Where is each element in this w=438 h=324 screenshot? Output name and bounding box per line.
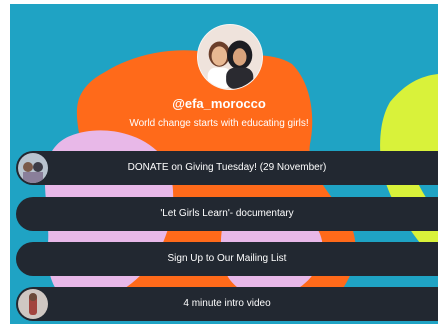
profile-avatar [197,24,263,90]
profile-photo-image [198,25,262,89]
link-label: Sign Up to Our Mailing List [167,253,287,264]
profile-handle: @efa_morocco [172,96,266,111]
link-button-mailing-list[interactable]: Sign Up to Our Mailing List [16,242,438,276]
link-button-intro-video[interactable]: 4 minute intro video [16,287,438,321]
link-label: 'Let Girls Learn'- documentary [160,208,294,219]
link-button-donate[interactable]: DONATE on Giving Tuesday! (29 November) [16,151,438,185]
link-button-documentary[interactable]: 'Let Girls Learn'- documentary [16,197,438,231]
linktree-page: @efa_morocco World change starts with ed… [0,0,438,324]
link-label: DONATE on Giving Tuesday! (29 November) [127,162,327,173]
profile-tagline: World change starts with educating girls… [129,118,309,129]
link-label: 4 minute intro video [183,298,271,309]
